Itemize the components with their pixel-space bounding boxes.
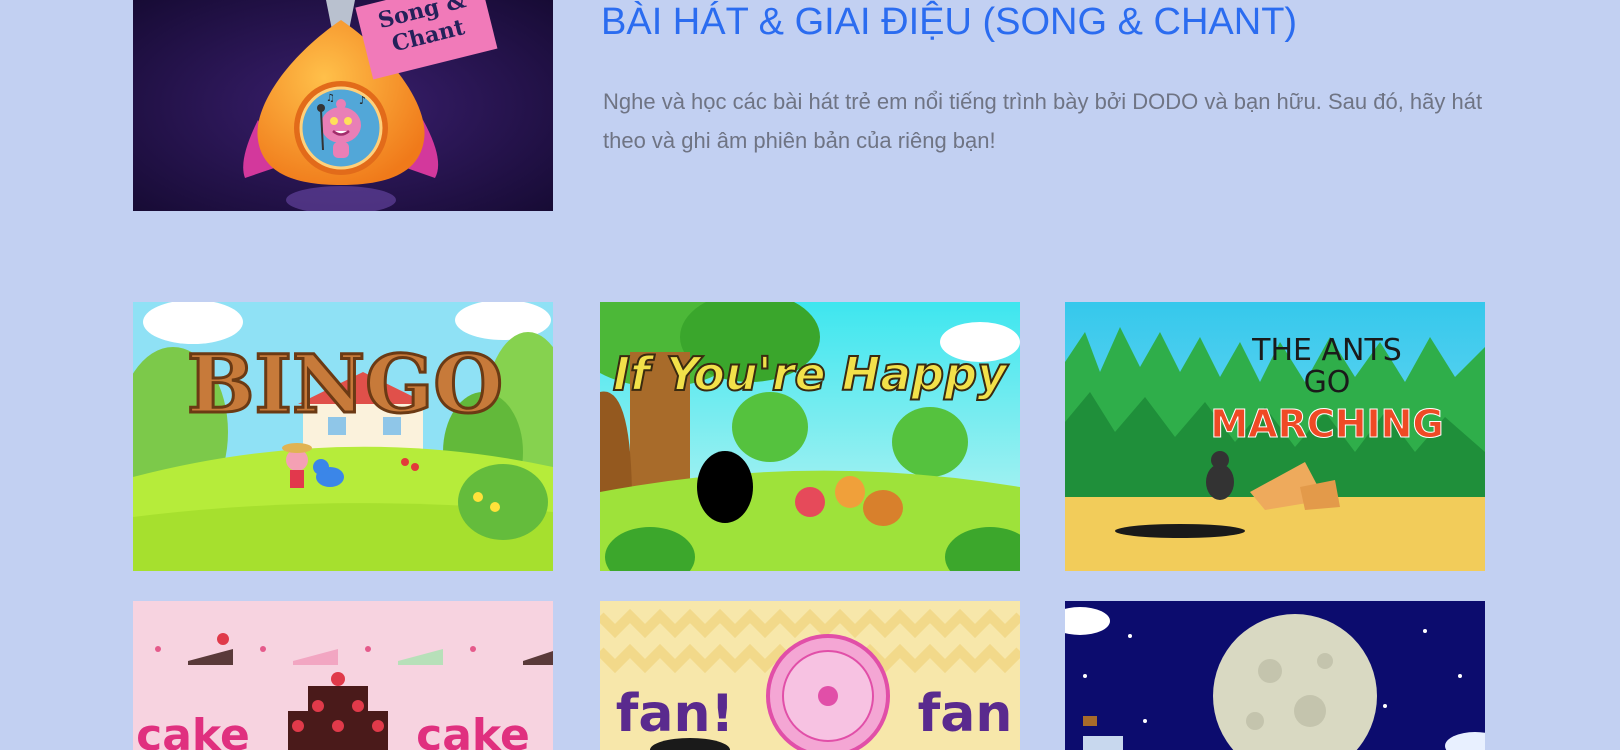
song-card-ants-go-marching[interactable]: THE ANTS GO MARCHING bbox=[1065, 302, 1485, 571]
bingo-title-art: BINGO bbox=[187, 337, 503, 431]
svg-text:♫: ♫ bbox=[326, 93, 335, 104]
fan-word-left: fan! bbox=[616, 684, 734, 744]
page-description: Nghe và học các bài hát trẻ em nổi tiếng… bbox=[603, 89, 1483, 153]
svg-text:♪: ♪ bbox=[359, 94, 366, 107]
ants-title-line-2: GO bbox=[1304, 365, 1351, 400]
song-card-fan[interactable]: fan! fan bbox=[600, 601, 1020, 750]
fan-word-right: fan bbox=[918, 684, 1013, 744]
ants-title-line-3: MARCHING bbox=[1210, 402, 1443, 446]
cake-word-left: cake bbox=[136, 710, 250, 750]
if-youre-happy-title-art: If You're Happy bbox=[613, 347, 1009, 401]
ants-title-line-1: THE ANTS bbox=[1251, 333, 1402, 368]
song-card-if-youre-happy[interactable]: If You're Happy bbox=[600, 302, 1020, 571]
cake-word-right: cake bbox=[416, 710, 530, 750]
song-chant-cover-image[interactable]: ♪ ♫ Song & Chant bbox=[133, 0, 553, 211]
song-card-bingo[interactable]: BINGO bbox=[133, 302, 553, 571]
song-card-moon[interactable] bbox=[1065, 601, 1485, 750]
page-title: BÀI HÁT & GIAI ĐIỆU (SONG & CHANT) bbox=[601, 1, 1298, 43]
song-card-cake[interactable]: cake cake bbox=[133, 601, 553, 750]
